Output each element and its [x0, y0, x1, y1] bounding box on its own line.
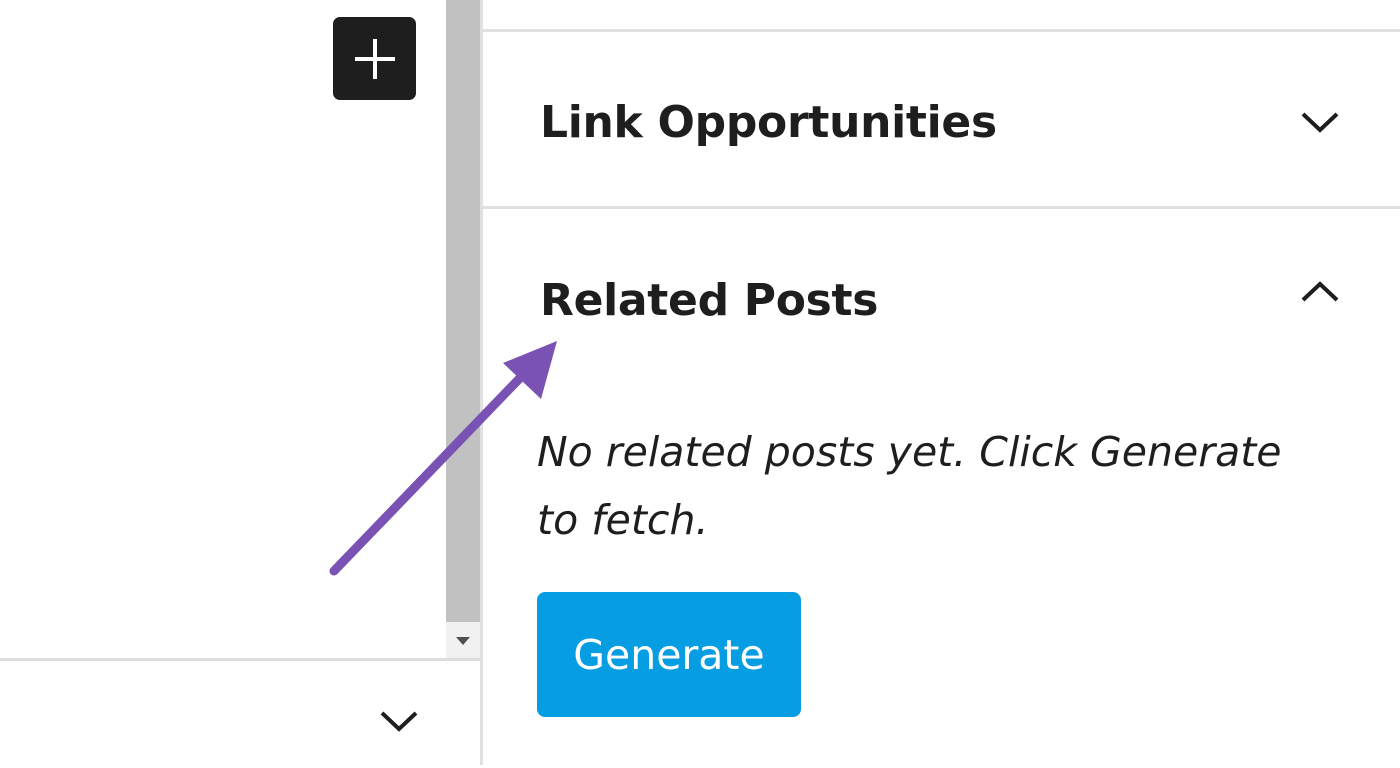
editor-scrollbar[interactable] — [446, 0, 480, 660]
related-posts-body: No related posts yet. Click Generate to … — [537, 418, 1337, 717]
panel-title: Link Opportunities — [540, 97, 997, 148]
chevron-up-icon — [1295, 272, 1345, 312]
bottom-panel — [0, 658, 480, 768]
add-block-button[interactable] — [333, 17, 416, 100]
generate-button[interactable]: Generate — [537, 592, 801, 717]
editor-canvas — [0, 0, 446, 765]
caret-down-icon — [456, 637, 470, 645]
scrollbar-down-arrow[interactable] — [446, 622, 480, 660]
scrollbar-thumb[interactable] — [446, 0, 480, 622]
bottom-panel-toggle[interactable] — [374, 701, 424, 741]
panel-link-opportunities[interactable]: Link Opportunities — [483, 32, 1400, 209]
plus-icon — [354, 38, 395, 79]
panel-related-posts[interactable]: Related Posts — [483, 209, 1400, 389]
panel-title: Related Posts — [540, 275, 879, 326]
chevron-down-icon — [380, 711, 418, 732]
empty-state-message: No related posts yet. Click Generate to … — [537, 428, 1282, 544]
chevron-down-icon — [1295, 102, 1345, 142]
